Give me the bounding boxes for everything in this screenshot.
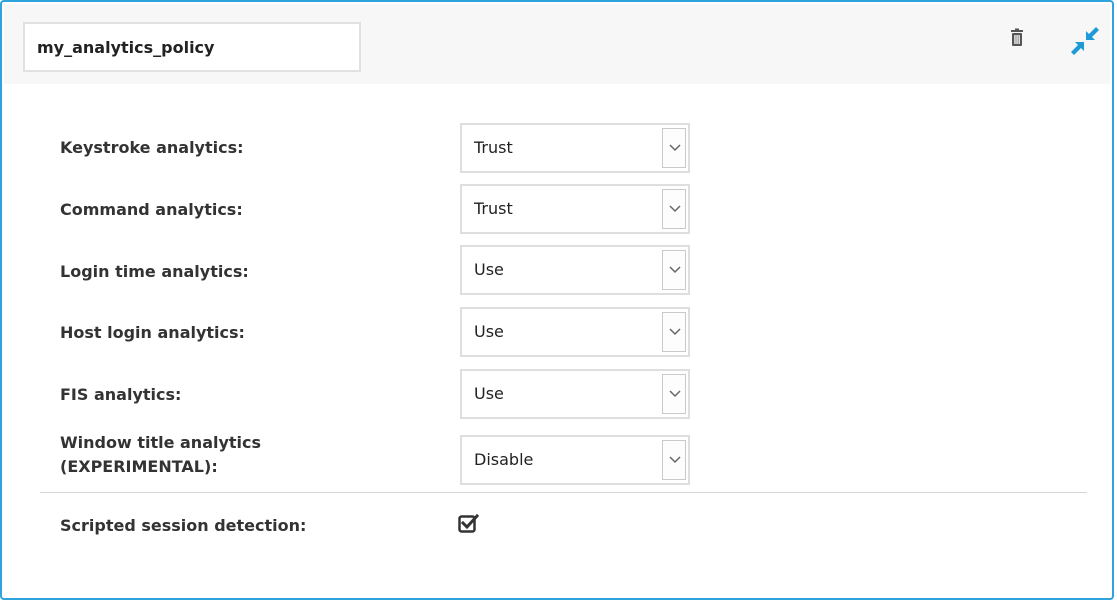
chevron-down-icon (662, 189, 686, 229)
section-divider (40, 492, 1087, 493)
chevron-down-icon (662, 250, 686, 290)
command-analytics-label: Command analytics: (60, 200, 243, 219)
command-analytics-select[interactable]: Trust (460, 184, 690, 234)
chevron-down-icon (662, 440, 686, 480)
chevron-down-icon (662, 312, 686, 352)
scripted-session-detection-checkbox[interactable] (458, 513, 480, 535)
policy-panel (0, 0, 1114, 600)
scripted-session-detection-label: Scripted session detection: (60, 516, 307, 535)
host-login-analytics-select[interactable]: Use (460, 307, 690, 357)
window-title-analytics-label-line1: Window title analytics (60, 433, 262, 452)
login-time-analytics-label: Login time analytics: (60, 262, 249, 281)
select-value: Use (474, 384, 504, 403)
keystroke-analytics-label: Keystroke analytics: (60, 138, 244, 157)
compress-arrows-icon[interactable] (1070, 26, 1100, 56)
select-value: Disable (474, 450, 534, 469)
window-title-analytics-label-line2: (EXPERIMENTAL): (60, 457, 218, 476)
login-time-analytics-select[interactable]: Use (460, 245, 690, 295)
host-login-analytics-label: Host login analytics: (60, 323, 245, 342)
select-value: Use (474, 322, 504, 341)
keystroke-analytics-select[interactable]: Trust (460, 123, 690, 173)
chevron-down-icon (662, 374, 686, 414)
trash-icon[interactable] (1007, 28, 1027, 48)
window-title-analytics-select[interactable]: Disable (460, 435, 690, 485)
policy-name-input[interactable] (23, 22, 361, 72)
fis-analytics-select[interactable]: Use (460, 369, 690, 419)
fis-analytics-label: FIS analytics: (60, 385, 182, 404)
select-value: Trust (474, 199, 513, 218)
chevron-down-icon (662, 128, 686, 168)
window-title-analytics-label: Window title analytics (EXPERIMENTAL): (60, 431, 261, 479)
select-value: Use (474, 260, 504, 279)
select-value: Trust (474, 138, 513, 157)
